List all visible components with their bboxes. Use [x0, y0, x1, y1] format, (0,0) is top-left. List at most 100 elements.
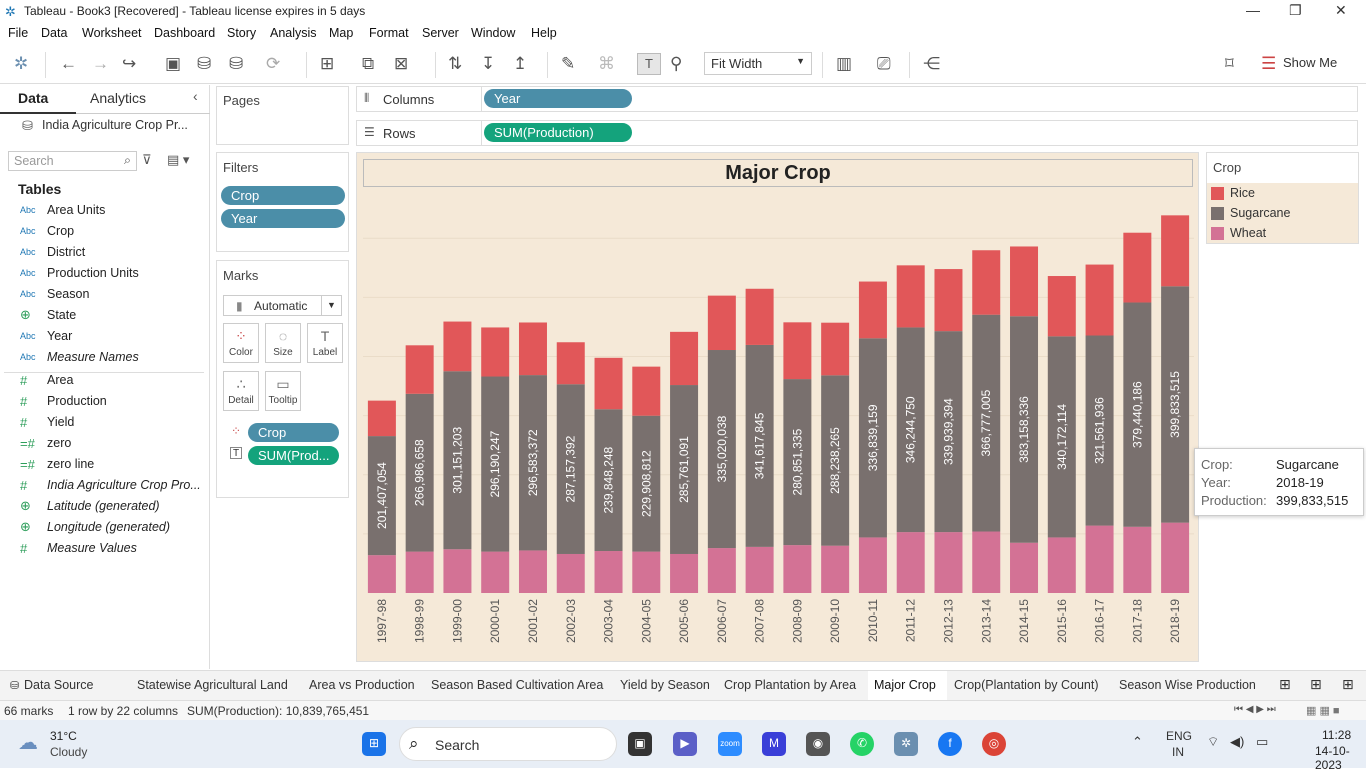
presentation-mode-icon[interactable]: ⎚ — [877, 54, 891, 74]
tab-major-crop[interactable]: Major Crop — [874, 678, 936, 692]
new-dashboard-tab-icon[interactable]: ⊞ — [1310, 676, 1322, 693]
field-item[interactable]: # India Agriculture Crop Pro... — [20, 478, 206, 496]
view-toggle-icon[interactable]: ▦ ▦ ■ — [1306, 704, 1340, 717]
undo-icon[interactable]: ← — [60, 54, 77, 74]
field-item[interactable]: ⊕ Longitude (generated) — [20, 519, 206, 538]
bar-rice-1999-00[interactable] — [443, 321, 472, 372]
detail-button[interactable]: ∴ Detail — [223, 371, 259, 411]
filter-pill-crop[interactable]: Crop — [221, 186, 345, 205]
bar-rice-2000-01[interactable] — [481, 327, 510, 377]
show-cards-icon[interactable]: ▥ — [836, 54, 852, 74]
pages-shelf[interactable]: Pages — [216, 86, 349, 145]
redo-icon[interactable]: → — [92, 54, 109, 74]
pin-icon[interactable]: ⚲ — [670, 54, 682, 74]
tab-season-wise-production[interactable]: Season Wise Production — [1119, 678, 1256, 692]
bar-wheat-2013-14[interactable] — [972, 531, 1001, 593]
clear-sheet-icon[interactable]: ⊠ — [394, 54, 408, 74]
replay-icon[interactable]: ↪ — [122, 54, 136, 74]
bar-rice-2015-16[interactable] — [1047, 276, 1076, 337]
bar-rice-2018-19[interactable] — [1161, 215, 1190, 287]
field-item[interactable]: =# zero line — [20, 457, 206, 475]
task-view-icon[interactable]: ▣ — [628, 732, 652, 756]
new-worksheet-icon[interactable]: ⊞ — [320, 54, 334, 74]
new-story-tab-icon[interactable]: ⊞ — [1342, 676, 1354, 693]
show-labels-icon[interactable]: T — [637, 53, 661, 75]
whatsapp-icon[interactable]: ✆ — [850, 732, 874, 756]
bar-wheat-2014-15[interactable] — [1010, 542, 1039, 593]
bar-wheat-2001-02[interactable] — [518, 550, 547, 593]
duplicate-sheet-icon[interactable]: ⧉ — [362, 54, 374, 74]
camera-icon[interactable]: ◉ — [806, 732, 830, 756]
bar-rice-2001-02[interactable] — [518, 322, 547, 376]
bar-rice-2013-14[interactable] — [972, 250, 1001, 315]
zoom-icon[interactable]: zoom — [718, 732, 742, 756]
field-item[interactable]: ⊕ State — [20, 307, 206, 326]
bar-rice-2007-08[interactable] — [745, 288, 774, 345]
tooltip-button[interactable]: ▭ Tooltip — [265, 371, 301, 411]
bar-rice-2017-18[interactable] — [1123, 232, 1152, 303]
filter-pill-year[interactable]: Year — [221, 209, 345, 228]
weather-temp[interactable]: 31°C — [50, 729, 77, 743]
tableau-start-icon[interactable]: ✲ — [14, 54, 28, 74]
teams-icon[interactable]: ▶ — [673, 732, 697, 756]
menu-help[interactable]: Help — [531, 26, 557, 40]
bar-wheat-2008-09[interactable] — [783, 545, 812, 593]
menu-story[interactable]: Story — [227, 26, 256, 40]
field-item[interactable]: Abc Year — [20, 329, 206, 347]
tab-data-source[interactable]: Data Source — [24, 678, 93, 692]
search-input[interactable]: Search ⌕ — [8, 151, 137, 171]
bar-rice-2009-10[interactable] — [821, 322, 850, 376]
format-painter-icon[interactable]: ⌑ — [1225, 54, 1234, 74]
field-item[interactable]: Abc District — [20, 245, 206, 263]
tab-yield-by-season[interactable]: Yield by Season — [620, 678, 710, 692]
tab-season-based-cultivation-area[interactable]: Season Based Cultivation Area — [431, 678, 603, 692]
menu-analysis[interactable]: Analysis — [270, 26, 317, 40]
bar-wheat-2000-01[interactable] — [481, 551, 510, 593]
marks-pill-crop[interactable]: Crop — [248, 423, 339, 442]
bar-rice-2010-11[interactable] — [858, 281, 887, 339]
bar-wheat-1998-99[interactable] — [405, 551, 434, 593]
bar-wheat-2012-13[interactable] — [934, 532, 963, 593]
new-datasource-icon[interactable]: ⛁ — [197, 54, 211, 74]
menu-server[interactable]: Server — [422, 26, 459, 40]
field-item[interactable]: # Measure Values — [20, 541, 206, 559]
color-button[interactable]: ⁘ Color — [223, 323, 259, 363]
bar-rice-2012-13[interactable] — [934, 269, 963, 332]
menu-format[interactable]: Format — [369, 26, 409, 40]
rows-shelf[interactable]: ☰ Rows SUM(Production) — [356, 120, 1358, 146]
size-button[interactable]: ◌ Size — [265, 323, 301, 363]
bar-rice-1997-98[interactable] — [367, 400, 396, 437]
field-item[interactable]: Abc Season — [20, 287, 206, 305]
bar-wheat-2017-18[interactable] — [1123, 526, 1152, 593]
bar-rice-2016-17[interactable] — [1085, 264, 1114, 336]
highlight-icon[interactable]: ✎ — [561, 54, 575, 74]
bar-rice-1998-99[interactable] — [405, 345, 434, 394]
bar-wheat-2018-19[interactable] — [1161, 522, 1190, 593]
menu-worksheet[interactable]: Worksheet — [82, 26, 142, 40]
field-item[interactable]: # Yield — [20, 415, 206, 433]
menu-file[interactable]: File — [8, 26, 28, 40]
windows-start-icon[interactable]: ⊞ — [362, 732, 386, 756]
collapse-pane-icon[interactable]: ‹ — [193, 88, 198, 104]
menu-dashboard[interactable]: Dashboard — [154, 26, 215, 40]
bar-rice-2003-04[interactable] — [594, 357, 623, 410]
save-icon[interactable]: ▣ — [165, 54, 181, 74]
menu-map[interactable]: Map — [329, 26, 353, 40]
field-item[interactable]: Abc Area Units — [20, 203, 206, 221]
view-options-icon[interactable]: ▤ ▾ — [167, 152, 189, 168]
tab-data[interactable]: Data — [18, 90, 48, 106]
menu-window[interactable]: Window — [471, 26, 515, 40]
bar-wheat-2002-03[interactable] — [556, 553, 585, 593]
language-label[interactable]: ENG — [1166, 729, 1192, 743]
new-worksheet-tab-icon[interactable]: ⊞ — [1279, 676, 1291, 693]
bar-wheat-2005-06[interactable] — [670, 553, 699, 593]
bar-wheat-2011-12[interactable] — [896, 532, 925, 593]
field-item[interactable]: ⊕ Latitude (generated) — [20, 498, 206, 517]
field-item[interactable]: Abc Crop — [20, 224, 206, 242]
field-item[interactable]: # Production — [20, 394, 206, 412]
menu-data[interactable]: Data — [41, 26, 67, 40]
show-me-button[interactable]: Show Me — [1283, 55, 1337, 70]
battery-icon[interactable]: ▭ — [1256, 734, 1268, 750]
group-icon[interactable]: ⌘ — [598, 54, 615, 74]
mathpix-icon[interactable]: M — [762, 732, 786, 756]
